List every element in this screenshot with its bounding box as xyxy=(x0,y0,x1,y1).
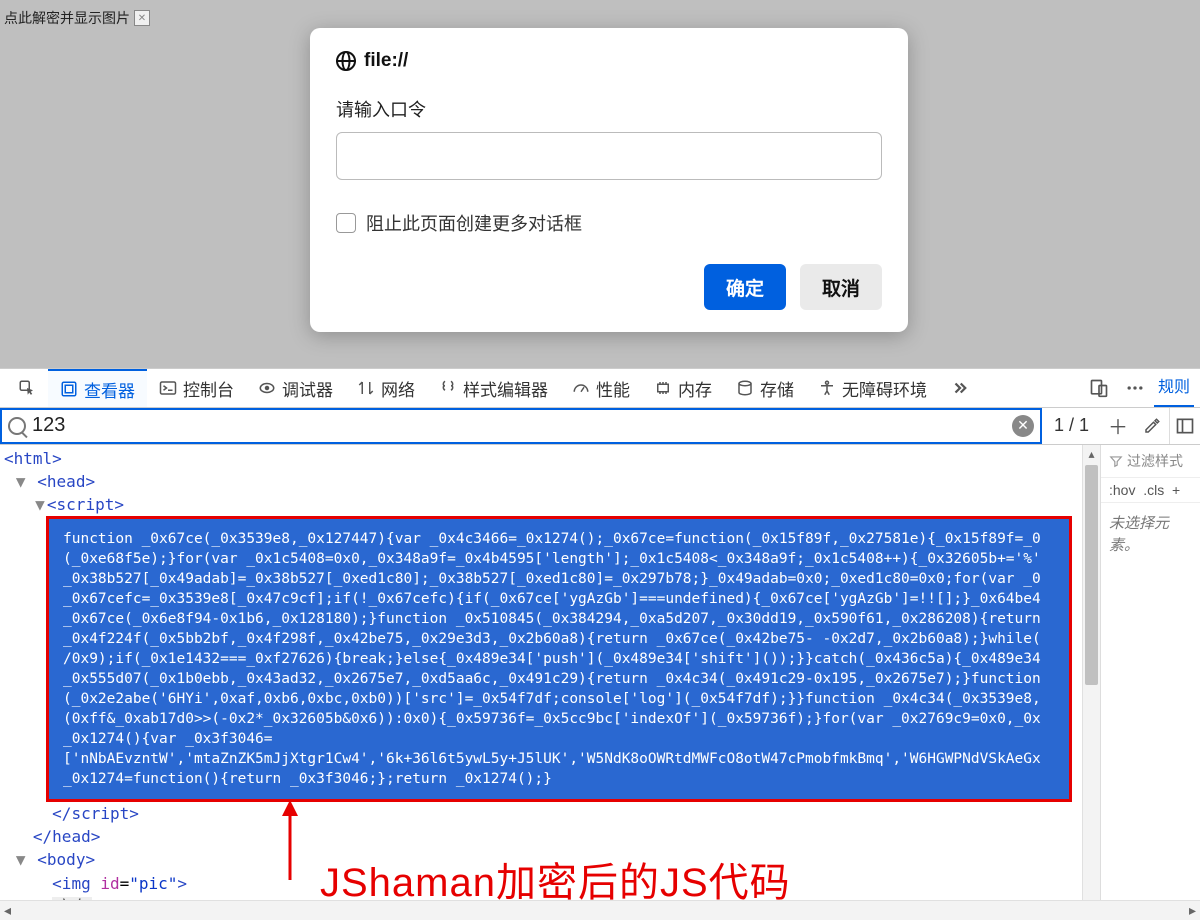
dom-body-open[interactable]: <body> xyxy=(37,850,95,869)
hov-label[interactable]: :hov xyxy=(1109,482,1135,498)
search-result-controls: 1 / 1 ＋ xyxy=(1042,408,1170,444)
dom-img-line[interactable]: <img id="pic"> xyxy=(52,874,187,893)
clear-search-button[interactable]: ✕ xyxy=(1012,415,1034,437)
sidebar-tab-rules[interactable]: 规则 xyxy=(1154,369,1194,407)
responsive-mode-button[interactable] xyxy=(1088,377,1110,399)
no-element-selected: 未选择元素。 xyxy=(1101,503,1200,568)
search-result-count: 1 / 1 xyxy=(1048,415,1095,436)
dialog-buttons: 确定 取消 xyxy=(336,264,882,310)
tab-memory[interactable]: 内存 xyxy=(642,369,724,407)
horizontal-scrollbar[interactable]: ◂ ▸ xyxy=(0,900,1200,920)
prompt-dialog: file:// 请输入口令 阻止此页面创建更多对话框 确定 取消 xyxy=(310,28,908,332)
page-top-label[interactable]: 点此解密并显示图片 ✕ xyxy=(4,8,150,28)
dialog-origin: file:// xyxy=(364,50,408,72)
scroll-right-icon[interactable]: ▸ xyxy=(1189,902,1196,919)
tab-debugger-label: 调试器 xyxy=(282,376,333,401)
network-icon xyxy=(357,379,375,397)
tab-debugger[interactable]: 调试器 xyxy=(246,369,345,407)
tabs-overflow-button[interactable] xyxy=(939,369,981,407)
dom-head-close[interactable]: </head> xyxy=(33,827,100,846)
cancel-button[interactable]: 取消 xyxy=(800,264,882,310)
memory-icon xyxy=(654,379,672,397)
expander-icon[interactable]: ▼ xyxy=(33,493,47,516)
filter-icon xyxy=(1109,454,1123,468)
hov-cls-row[interactable]: :hov .cls + xyxy=(1101,478,1200,503)
kebab-menu-button[interactable] xyxy=(1124,377,1146,399)
search-icon xyxy=(8,417,26,435)
dom-html-open[interactable]: <html> xyxy=(4,449,62,468)
tab-console[interactable]: 控制台 xyxy=(147,369,246,407)
tab-styleeditor[interactable]: 样式编辑器 xyxy=(427,369,560,407)
eyedropper-button[interactable] xyxy=(1141,415,1163,437)
dom-head-open[interactable]: <head> xyxy=(37,472,95,491)
tab-accessibility[interactable]: 无障碍环境 xyxy=(806,369,939,407)
dialog-prompt-label: 请输入口令 xyxy=(336,96,882,122)
tab-storage[interactable]: 存储 xyxy=(724,369,806,407)
devtools-body: <html> ▼ <head> ▼<script> function _0x67… xyxy=(0,445,1200,920)
styleeditor-icon xyxy=(439,379,457,397)
dialog-suppress-checkbox[interactable] xyxy=(336,213,356,233)
dom-script-open[interactable]: <script> xyxy=(47,495,124,514)
devtools-tabs: 查看器 控制台 调试器 网络 样式编辑器 xyxy=(0,369,1200,408)
dialog-header: file:// xyxy=(336,50,882,72)
filter-styles-label: 过滤样式 xyxy=(1127,451,1183,471)
devtools-search-row: ✕ 1 / 1 ＋ xyxy=(0,408,1200,445)
accessibility-icon xyxy=(818,379,836,397)
tab-network-label: 网络 xyxy=(381,376,415,401)
cls-label[interactable]: .cls xyxy=(1143,482,1164,498)
devtools-panel: 查看器 控制台 调试器 网络 样式编辑器 xyxy=(0,368,1200,920)
dom-tree[interactable]: <html> ▼ <head> ▼<script> function _0x67… xyxy=(0,445,1082,920)
tab-performance[interactable]: 性能 xyxy=(560,369,642,407)
dialog-suppress-row[interactable]: 阻止此页面创建更多对话框 xyxy=(336,210,882,236)
globe-icon xyxy=(336,51,356,71)
styles-plus-button[interactable]: + xyxy=(1172,482,1180,498)
layout-panel-button[interactable] xyxy=(1174,415,1196,437)
tab-network[interactable]: 网络 xyxy=(345,369,427,407)
tab-styleeditor-label: 样式编辑器 xyxy=(463,376,548,401)
scroll-thumb[interactable] xyxy=(1085,465,1098,685)
tab-inspector[interactable]: 查看器 xyxy=(48,369,147,407)
broken-image-icon: ✕ xyxy=(134,10,150,26)
inspector-icon xyxy=(60,380,78,398)
storage-icon xyxy=(736,379,754,397)
dom-search-box[interactable]: ✕ xyxy=(0,408,1042,444)
dom-search-input[interactable] xyxy=(32,414,1006,437)
ok-button[interactable]: 确定 xyxy=(704,264,786,310)
page-background: 点此解密并显示图片 ✕ file:// 请输入口令 阻止此页面创建更多对话框 确… xyxy=(0,0,1200,368)
tab-inspector-label: 查看器 xyxy=(84,377,135,402)
dom-scrollbar[interactable]: ▴ ▾ xyxy=(1082,445,1100,920)
scroll-up-icon[interactable]: ▴ xyxy=(1083,445,1100,463)
pick-element-button[interactable] xyxy=(6,369,48,407)
chevrons-right-icon xyxy=(951,379,969,397)
tab-performance-label: 性能 xyxy=(596,376,630,401)
filter-styles-row[interactable]: 过滤样式 xyxy=(1101,445,1200,478)
debugger-icon xyxy=(258,379,276,397)
tab-accessibility-label: 无障碍环境 xyxy=(842,376,927,401)
performance-icon xyxy=(572,379,590,397)
dialog-input[interactable] xyxy=(336,132,882,180)
inspect-cursor-icon xyxy=(18,379,36,397)
console-icon xyxy=(159,379,177,397)
decrypt-link[interactable]: 点此解密并显示图片 xyxy=(4,8,130,28)
scroll-left-icon[interactable]: ◂ xyxy=(4,902,11,919)
tab-console-label: 控制台 xyxy=(183,376,234,401)
obfuscated-script-block[interactable]: function _0x67ce(_0x3539e8,_0x127447){va… xyxy=(46,516,1072,802)
add-node-button[interactable]: ＋ xyxy=(1107,415,1129,437)
dom-script-close[interactable]: </script> xyxy=(52,804,139,823)
devtools-right-controls xyxy=(1088,377,1154,399)
expander-icon[interactable]: ▼ xyxy=(14,848,28,871)
expander-icon[interactable]: ▼ xyxy=(14,470,28,493)
tab-storage-label: 存储 xyxy=(760,376,794,401)
styles-sidebar: 过滤样式 :hov .cls + 未选择元素。 xyxy=(1100,445,1200,920)
tab-memory-label: 内存 xyxy=(678,376,712,401)
dialog-suppress-label: 阻止此页面创建更多对话框 xyxy=(366,210,582,236)
